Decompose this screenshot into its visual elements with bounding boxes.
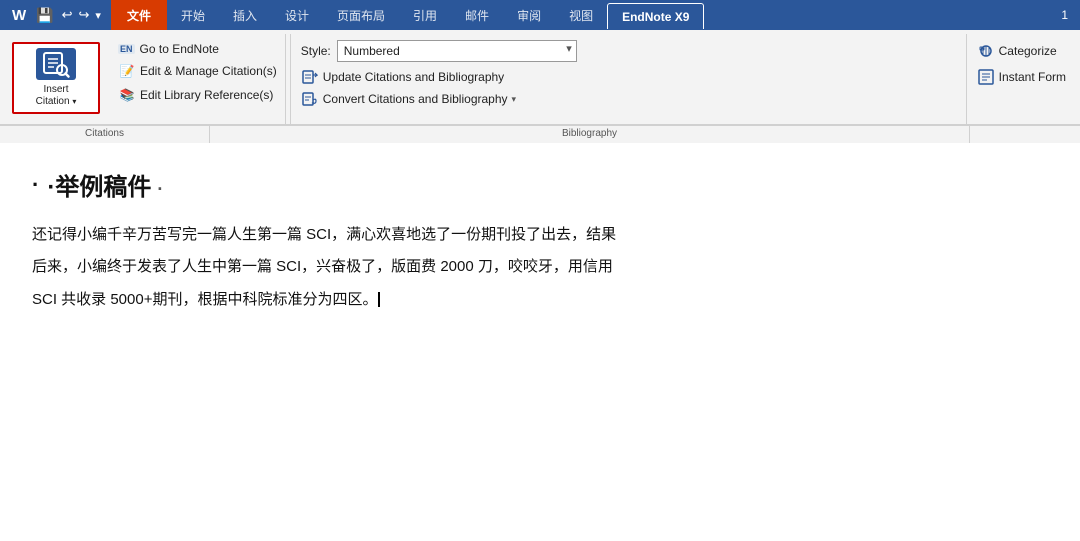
update-svg-icon xyxy=(302,69,318,85)
convert-citations-item[interactable]: Convert Citations and Bibliography ▾ xyxy=(301,88,956,110)
convert-citations-label: Convert Citations and Bibliography xyxy=(323,92,508,106)
categorize-label: Categorize xyxy=(999,44,1057,58)
edit-library-item[interactable]: 📚 Edit Library Reference(s) xyxy=(114,84,281,106)
extra-section-label xyxy=(970,126,1080,143)
bullet-char: · xyxy=(32,172,39,198)
edit-manage-icon: 📝 xyxy=(118,62,136,80)
tab-view[interactable]: 视图 xyxy=(555,0,607,30)
document-content: · ·举例稿件 . 还记得小编千辛万苦写完一篇人生第一篇 SCI，满心欢喜地选了… xyxy=(0,143,1080,335)
paragraph-2: 后来，小编终于发表了人生中第一篇 SCI，兴奋极了，版面费 2000 刀，咬咬牙… xyxy=(32,254,1048,280)
style-select[interactable]: Numbered xyxy=(337,40,577,62)
categorize-item[interactable]: Categorize xyxy=(977,40,1061,62)
tab-file[interactable]: 文件 xyxy=(111,0,167,30)
title-decoration: . xyxy=(157,174,162,195)
title-text: ·举例稿件 xyxy=(47,167,151,202)
tab-design[interactable]: 设计 xyxy=(271,0,323,30)
categorize-svg-icon xyxy=(978,43,994,59)
tab-insert[interactable]: 插入 xyxy=(219,0,271,30)
edit-manage-label: Edit & Manage Citation(s) xyxy=(140,64,277,78)
ribbon-section-labels: Citations Bibliography xyxy=(0,125,1080,143)
document-title: · ·举例稿件 . xyxy=(32,167,1048,202)
edit-library-icon: 📚 xyxy=(118,86,136,104)
ribbon: Insert Citation ▾ EN Go to EndNote 📝 Edi… xyxy=(0,30,1080,125)
style-row: Style: Numbered xyxy=(301,40,956,62)
text-cursor xyxy=(378,292,380,307)
save-icon[interactable]: 💾 xyxy=(32,5,57,26)
update-citations-item[interactable]: Update Citations and Bibliography xyxy=(301,66,956,88)
paragraph-3: SCI 共收录 5000+期刊，根据中科院标准分为四区。 xyxy=(32,287,1048,313)
categorize-icon xyxy=(977,42,995,60)
convert-icon xyxy=(301,90,319,108)
title-number: 1 xyxy=(1061,8,1080,22)
go-to-endnote-label: Go to EndNote xyxy=(140,42,219,56)
tab-mail[interactable]: 邮件 xyxy=(451,0,503,30)
style-dropdown-wrap: Numbered xyxy=(337,40,577,62)
insert-citation-label: Insert Citation ▾ xyxy=(36,84,77,108)
en-badge: EN xyxy=(118,44,135,54)
convert-dropdown-arrow: ▾ xyxy=(512,94,517,105)
quick-access-toolbar: W 💾 ↩ ↪ ▾ xyxy=(0,5,111,26)
go-to-endnote-item[interactable]: EN Go to EndNote xyxy=(114,40,281,58)
redo-icon[interactable]: ↪ xyxy=(77,5,92,25)
citation-icon xyxy=(36,48,76,80)
bibliography-section: Style: Numbered Update Citations and Bib… xyxy=(291,34,966,124)
instant-form-icon xyxy=(977,68,995,86)
bibliography-section-label: Bibliography xyxy=(210,126,970,143)
extra-section: Categorize Instant Form xyxy=(966,34,1080,124)
instant-form-svg-icon xyxy=(978,69,994,85)
paragraph-3-text: SCI 共收录 5000+期刊，根据中科院标准分为四区。 xyxy=(32,291,377,308)
insert-citation-button[interactable]: Insert Citation ▾ xyxy=(12,42,100,114)
update-icon xyxy=(301,68,319,86)
word-icon: W xyxy=(8,5,30,26)
update-citations-label: Update Citations and Bibliography xyxy=(323,70,504,84)
tab-layout[interactable]: 页面布局 xyxy=(323,0,399,30)
instant-form-label: Instant Form xyxy=(999,70,1066,84)
undo-icon[interactable]: ↩ xyxy=(60,5,75,25)
tab-start[interactable]: 开始 xyxy=(167,0,219,30)
citations-menu: EN Go to EndNote 📝 Edit & Manage Citatio… xyxy=(110,34,285,106)
tab-review[interactable]: 审阅 xyxy=(503,0,555,30)
tab-references[interactable]: 引用 xyxy=(399,0,451,30)
citations-section-label: Citations xyxy=(0,126,210,143)
style-label: Style: xyxy=(301,44,331,58)
edit-manage-item[interactable]: 📝 Edit & Manage Citation(s) xyxy=(114,60,281,82)
customize-icon[interactable]: ▾ xyxy=(93,7,103,24)
citation-svg-icon xyxy=(41,49,71,79)
paragraph-1: 还记得小编千辛万苦写完一篇人生第一篇 SCI，满心欢喜地选了一份期刊投了出去，结… xyxy=(32,222,1048,248)
citations-section: Insert Citation ▾ EN Go to EndNote 📝 Edi… xyxy=(0,34,286,124)
tab-endnote[interactable]: EndNote X9 xyxy=(607,3,704,29)
instant-form-item[interactable]: Instant Form xyxy=(977,66,1070,88)
edit-library-label: Edit Library Reference(s) xyxy=(140,88,273,102)
convert-svg-icon xyxy=(302,91,318,107)
title-bar: W 💾 ↩ ↪ ▾ 文件 开始 插入 设计 页面布局 引用 邮件 审阅 视图 E… xyxy=(0,0,1080,30)
